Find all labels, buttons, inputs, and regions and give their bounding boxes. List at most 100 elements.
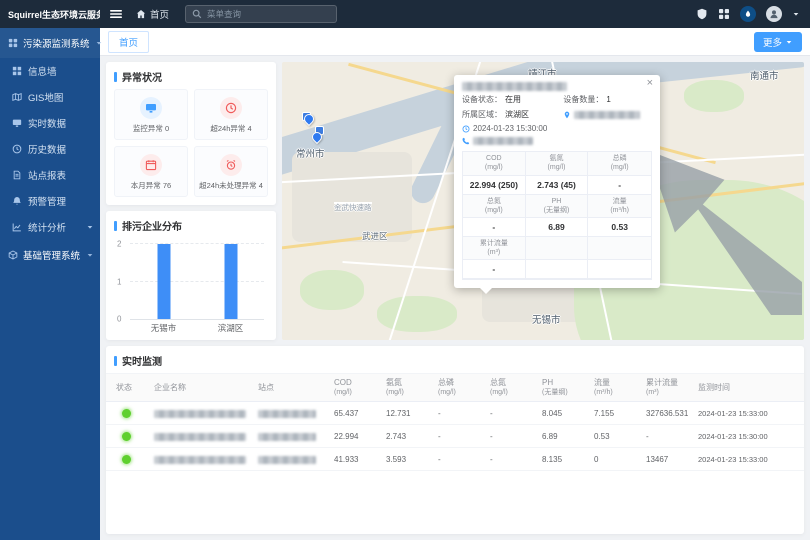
panel-title: 实时监测: [106, 346, 804, 373]
popup-metric-value: [588, 260, 651, 279]
column-header: PH(无量纲): [542, 374, 590, 401]
table-cell: 12.731: [386, 409, 434, 418]
table-cell: 327636.531: [646, 409, 694, 418]
status-dot: [122, 409, 131, 418]
screen-icon: [12, 118, 22, 128]
shield-icon[interactable]: [696, 8, 708, 20]
map-label: 南通市: [750, 68, 779, 82]
map-green-area: [300, 270, 364, 310]
location-pin-icon: [563, 111, 571, 119]
column-header: 企业名称: [154, 379, 254, 397]
sidebar-item-3[interactable]: 历史数据: [0, 136, 100, 162]
company-cell: [154, 432, 254, 441]
table-row[interactable]: 65.43712.731--8.0457.155327636.5312024-0…: [106, 402, 804, 425]
title-accent-bar: [114, 221, 117, 231]
sidebar-item-label: 站点报表: [28, 168, 66, 182]
abnormal-status-panel: 异常状况 监控异常 0 超24h异常 4 本月异常 76 超24h未处理异常 4: [106, 62, 276, 205]
popup-metric-name: COD(mg/l): [463, 152, 526, 175]
popup-fields: 设备状态： 在用 设备数量： 1 所属区域： 滨湖区: [462, 94, 652, 145]
popup-metric-name: [588, 237, 651, 260]
title-accent-bar: [114, 356, 117, 366]
map-urban-area: [292, 152, 412, 242]
monitor-time: 2024-01-23 15:33:00: [698, 409, 794, 418]
breadcrumb[interactable]: 首页: [136, 7, 169, 21]
table-cell: -: [438, 409, 486, 418]
popup-metrics-table: COD(mg/l)氨氮(mg/l)总磷(mg/l)22.994 (250)2.7…: [462, 151, 652, 280]
chevron-down-icon: [785, 38, 793, 46]
status-dot: [122, 432, 131, 441]
popup-metric-value: 22.994 (250): [463, 176, 526, 195]
abnormal-card-3[interactable]: 超24h未处理异常 4: [194, 146, 268, 197]
tab-home[interactable]: 首页: [108, 31, 149, 53]
status-cell: [116, 455, 150, 464]
column-header: 站点: [258, 379, 330, 397]
close-icon[interactable]: ×: [647, 77, 653, 89]
sidebar: 污染源监测系统 信息墙 GIS地图 实时数据 历史数据 站点报表 预警管理 统计…: [0, 28, 100, 540]
sidebar-item-label: 实时数据: [28, 116, 66, 130]
popup-tail: [480, 288, 492, 294]
column-header: 累计流量(m³): [646, 374, 694, 401]
droplet-icon: [744, 10, 752, 18]
abnormal-card-label: 本月异常 76: [116, 180, 186, 191]
main-area: 首页 更多 异常状况 监控异常 0 超24h异常 4: [100, 28, 810, 540]
table-cell: 8.045: [542, 409, 590, 418]
map-label: 常州市: [296, 146, 325, 160]
column-header: 流量(m³/h): [594, 374, 642, 401]
chevron-down-icon[interactable]: [792, 10, 800, 18]
company-cell: [154, 455, 254, 464]
gis-map[interactable]: × 设备状态： 在用 设备数量： 1 所属区域：: [282, 62, 804, 340]
popup-metric-value: [526, 260, 589, 279]
sidebar-item-1[interactable]: GIS地图: [0, 84, 100, 110]
company-name-redacted: [154, 410, 246, 418]
more-button-label: 更多: [763, 35, 782, 49]
apps-grid-icon[interactable]: [718, 8, 730, 20]
avatar[interactable]: [766, 6, 782, 22]
content: 异常状况 监控异常 0 超24h异常 4 本月异常 76 超24h未处理异常 4…: [100, 56, 810, 540]
sidebar-section-label: 基础管理系统: [23, 248, 80, 262]
column-header: 总磷(mg/l): [438, 374, 486, 401]
sidebar-item-2[interactable]: 实时数据: [0, 110, 100, 136]
sidebar-item-label: 预警管理: [28, 194, 66, 208]
clock-icon: [225, 102, 237, 114]
popup-metric-name: 氨氮(mg/l): [526, 152, 589, 175]
abnormal-card-2[interactable]: 本月异常 76: [114, 146, 188, 197]
sidebar-item-6[interactable]: 统计分析: [0, 214, 100, 240]
more-button[interactable]: 更多: [754, 32, 802, 52]
sidebar-section-basic-management[interactable]: 基础管理系统: [0, 240, 100, 270]
menu-search-input[interactable]: [207, 9, 330, 19]
region-field: 所属区域： 滨湖区: [462, 109, 559, 120]
table-row[interactable]: 22.9942.743--6.890.53-2024-01-23 15:30:0…: [106, 425, 804, 448]
bell-icon: [12, 196, 22, 206]
table-cell: -: [490, 455, 538, 464]
abnormal-cards: 监控异常 0 超24h异常 4 本月异常 76 超24h未处理异常 4: [106, 89, 276, 205]
sidebar-section-pollution-monitoring[interactable]: 污染源监测系统: [0, 28, 100, 58]
chart-xtick: 滨湖区: [218, 322, 244, 334]
tab-bar: 首页 更多: [100, 28, 810, 56]
company-name-redacted: [154, 456, 246, 464]
sidebar-item-5[interactable]: 预警管理: [0, 188, 100, 214]
popup-phone-redacted: [473, 137, 533, 145]
sidebar-section-label: 污染源监测系统: [23, 36, 90, 50]
device-status-field: 设备状态： 在用: [462, 94, 559, 105]
user-icon: [769, 9, 779, 19]
abnormal-card-0[interactable]: 监控异常 0: [114, 89, 188, 140]
table-cell: 13467: [646, 455, 694, 464]
table-row[interactable]: 41.9333.593--8.1350134672024-01-23 15:33…: [106, 448, 804, 471]
popup-time: 2024-01-23 15:30:00: [473, 124, 547, 133]
abnormal-card-1[interactable]: 超24h异常 4: [194, 89, 268, 140]
popup-metric-value: 2.743 (45): [526, 176, 589, 195]
column-header: 总氮(mg/l): [490, 374, 538, 401]
sidebar-item-0[interactable]: 信息墙: [0, 58, 100, 84]
title-accent-bar: [114, 72, 117, 82]
station-cell: [258, 455, 330, 464]
clock-icon: [12, 144, 22, 154]
abnormal-card-label: 超24h未处理异常 4: [196, 180, 266, 191]
station-name-redacted: [258, 456, 316, 464]
calendar-icon: [145, 159, 157, 171]
hamburger-menu-icon[interactable]: [110, 8, 122, 20]
platform-logo-icon[interactable]: [740, 6, 756, 22]
table-cell: -: [490, 409, 538, 418]
monitor-time: 2024-01-23 15:33:00: [698, 455, 794, 464]
station-name-redacted: [258, 433, 316, 441]
sidebar-item-4[interactable]: 站点报表: [0, 162, 100, 188]
